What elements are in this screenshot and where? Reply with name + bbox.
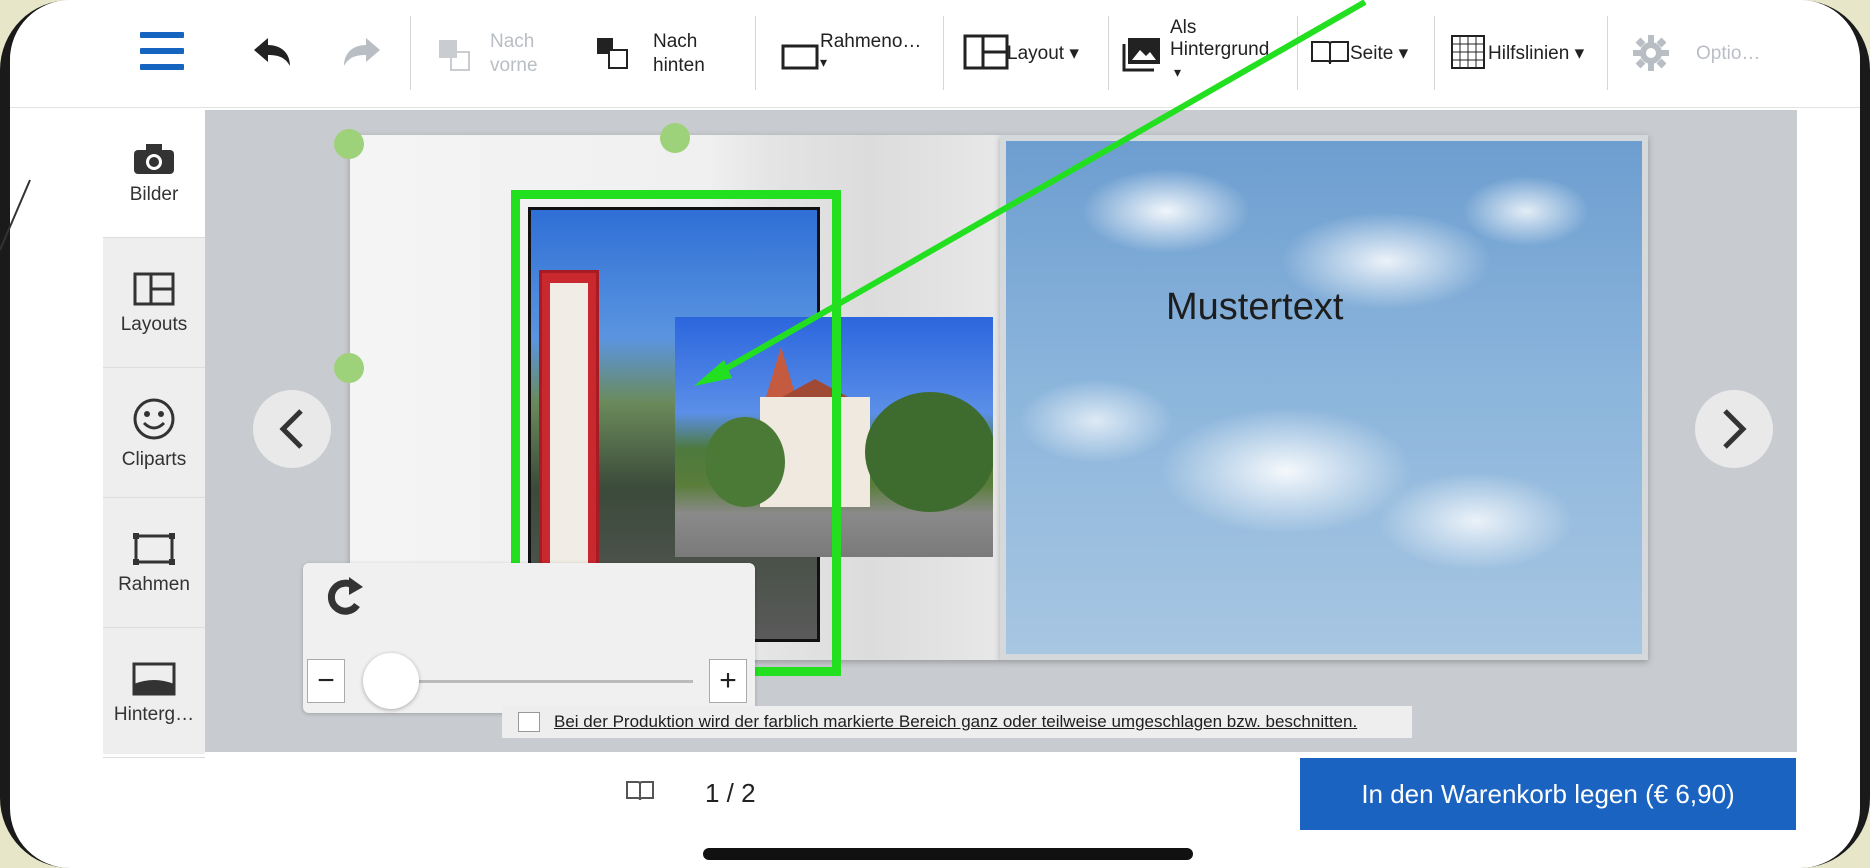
sidebar-item-images[interactable]: Bilder [103,110,205,238]
zoom-out-button[interactable]: − [307,659,345,703]
image-icon [1122,38,1160,72]
editor-canvas: Mustertext − + [205,110,1797,752]
options-label: Optio… [1696,43,1761,64]
layout-label: Layout ▾ [1007,43,1079,64]
toolbar-separator [943,16,944,90]
bring-forward-icon [439,40,470,71]
chevron-left-icon [279,409,303,449]
hamburger-icon[interactable] [140,32,184,80]
smiley-icon [133,398,175,439]
background-icon [132,662,176,695]
home-indicator[interactable] [703,848,1193,860]
camera-icon [134,143,174,174]
sidebar-item-label: Bilder [129,183,179,205]
sidebar: Bilder Layouts Cliparts Rahmen Hinterg… [103,110,205,758]
sidebar-item-label: Hinterg… [113,703,195,725]
resize-handle[interactable] [660,123,690,153]
set-as-background-label-2: Hintergrund [1170,39,1270,60]
sidebar-item-frames[interactable]: Rahmen [103,500,205,628]
grid-icon [1451,35,1485,69]
guides-label: Hilfslinien ▾ [1488,43,1585,64]
toolbar-separator [1297,16,1298,90]
toolbar-separator [1108,16,1109,90]
sidebar-item-label: Rahmen [118,573,190,595]
send-backward-label-1: Nach [653,31,698,52]
notice-text[interactable]: Bei der Produktion wird der farblich mar… [554,712,1357,732]
rotate-icon[interactable] [319,571,369,627]
right-page[interactable]: Mustertext [1000,135,1648,660]
previous-page-button[interactable] [253,390,331,468]
frame-icon [133,532,175,565]
gear-icon [1633,35,1669,71]
zoom-slider-thumb[interactable] [363,653,419,709]
toolbar-separator [1434,16,1435,90]
frame-icon [781,44,819,70]
placeholder-text[interactable]: Mustertext [1166,286,1343,329]
redo-icon[interactable] [340,34,384,77]
sidebar-item-cliparts[interactable]: Cliparts [103,370,205,498]
page-indicator: 1 / 2 [705,778,756,808]
bring-forward-label-2: vorne [490,55,538,76]
toolbar-separator [755,16,756,90]
book-icon [1311,41,1349,65]
send-backward-icon [597,38,628,69]
app-screen: Nach vorne Nach hinten Rahmeno… ▾ Layout… [10,0,1860,868]
toolbar-separator [410,16,411,90]
send-backward-label-2: hinten [653,55,705,76]
undo-icon[interactable] [250,34,294,77]
sidebar-item-layouts[interactable]: Layouts [103,240,205,368]
layout-icon [963,34,1009,70]
frame-options-caret: ▾ [820,54,828,70]
page-label: Seite ▾ [1350,43,1409,64]
toolbar-separator [1607,16,1608,90]
toolbar: Nach vorne Nach hinten Rahmeno… ▾ Layout… [10,0,1860,108]
device-frame: Nach vorne Nach hinten Rahmeno… ▾ Layout… [0,0,1870,868]
sidebar-item-background[interactable]: Hinterg… [103,630,205,758]
notice-checkbox[interactable] [518,712,540,732]
frame-options-label: Rahmeno… [820,31,922,52]
next-page-button[interactable] [1695,390,1773,468]
chevron-right-icon [1723,409,1747,449]
layout-icon [133,272,175,305]
resize-handle[interactable] [334,353,364,383]
set-as-background-label-1: Als [1170,17,1197,38]
bring-forward-label-1: Nach [490,31,535,52]
add-to-cart-button[interactable]: In den Warenkorb legen (€ 6,90) [1300,758,1796,830]
set-as-background-caret: ▾ [1174,64,1182,80]
sidebar-item-label: Layouts [120,313,188,335]
production-notice: Bei der Produktion wird der farblich mar… [502,706,1412,738]
zoom-in-button[interactable]: + [709,659,747,703]
sidebar-item-label: Cliparts [121,448,187,470]
zoom-control: − + [303,563,755,713]
resize-handle[interactable] [334,129,364,159]
book-icon [625,780,655,807]
